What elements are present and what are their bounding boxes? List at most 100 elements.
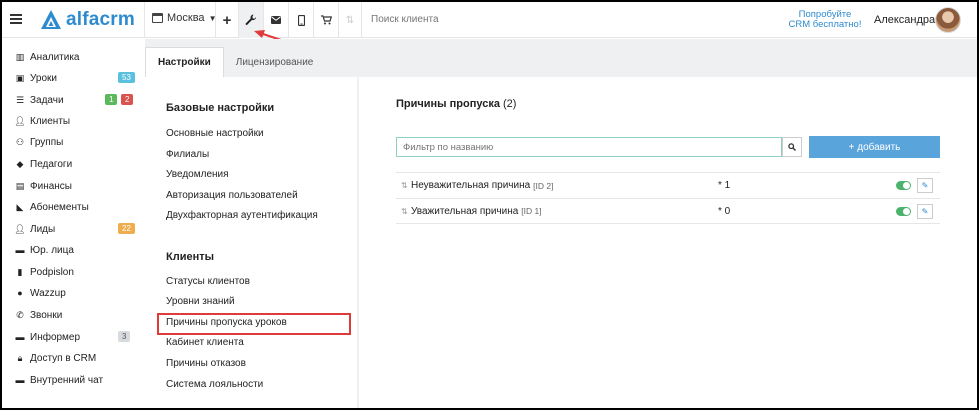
sidebar-item-groups[interactable]: ⚇ Группы <box>14 134 136 150</box>
sidebar-item-label: Абонементы <box>30 201 89 213</box>
sidebar: ▥ Аналитика ▣ Уроки 53 ☰ Задачи 1 2 👤︎ Клиенты … <box>2 39 145 408</box>
filter-input[interactable] <box>396 137 782 157</box>
sidebar-item-calls[interactable]: ✆ Звонки <box>14 307 136 323</box>
menu-link-two-factor[interactable]: Двухфакторная аутентификация <box>166 210 318 221</box>
edit-button[interactable]: ✎ <box>917 178 933 193</box>
reason-coefficient: * 1 <box>718 180 731 191</box>
avatar[interactable] <box>935 7 961 33</box>
informer-badge: 3 <box>118 331 131 342</box>
try-free-link[interactable]: Попробуйте CRM бесплатно! <box>786 10 864 30</box>
reason-toggle[interactable] <box>896 207 911 216</box>
phone-icon: ✆ <box>16 309 24 320</box>
sidebar-item-label: Wazzup <box>30 287 66 299</box>
page-title: Причины пропуска (2) <box>396 98 516 110</box>
sidebar-item-clients[interactable]: 👤︎ Клиенты <box>14 113 136 129</box>
alfacrm-logo-icon <box>41 10 61 29</box>
analytics-icon: ▥ <box>15 51 25 62</box>
menu-link-notifications[interactable]: Уведомления <box>166 169 229 180</box>
sidebar-item-crm-access[interactable]: 🔒︎ Доступ в CRM <box>14 350 136 366</box>
up-down-icon[interactable]: ⇅ <box>339 2 361 38</box>
sidebar-item-label: Юр. лица <box>30 244 74 256</box>
branch-name: Москва <box>167 12 205 24</box>
sidebar-item-label: Podpislon <box>30 266 74 278</box>
page-title-count: (2) <box>503 98 517 110</box>
chat-icon: ▬ <box>15 375 25 385</box>
reason-id: [ID 1] <box>521 206 542 216</box>
tabs: Настройки Лицензирование <box>145 47 325 77</box>
sidebar-item-internal-chat[interactable]: ▬ Внутренний чат <box>14 372 136 388</box>
sidebar-item-leads[interactable]: 👤︎ Лиды 22 <box>14 221 136 237</box>
promo-line-2: CRM бесплатно! <box>788 19 862 30</box>
top-bar: alfacrm Москва ▼ + ⇅ Попробуй <box>2 2 977 38</box>
sidebar-item-teachers[interactable]: ◆ Педагоги <box>14 156 136 172</box>
list-item: ⇅ Неуважительная причина [ID 2] * 1 ✎ <box>396 172 940 198</box>
lessons-badge: 53 <box>118 72 135 83</box>
sidebar-item-label: Внутренний чат <box>30 374 104 386</box>
edit-button[interactable]: ✎ <box>917 204 933 219</box>
pencil-icon: ✎ <box>921 207 929 216</box>
user-plus-icon: 👤︎ <box>14 223 26 234</box>
drag-handle-icon[interactable]: ⇅ <box>401 207 411 216</box>
leads-badge: 22 <box>118 223 135 234</box>
clients-section-title: Клиенты <box>166 251 215 263</box>
sidebar-item-tasks[interactable]: ☰ Задачи 1 2 <box>14 92 136 108</box>
cart-icon[interactable] <box>314 2 338 38</box>
menu-link-branches[interactable]: Филиалы <box>166 149 209 160</box>
reason-coefficient: * 0 <box>718 205 731 217</box>
sidebar-item-subscriptions[interactable]: ◣ Абонементы <box>14 199 136 215</box>
tab-settings[interactable]: Настройки <box>145 47 224 77</box>
sidebar-item-informer[interactable]: ▬ Информер 3 <box>14 329 136 345</box>
calendar-icon: ▣ <box>15 72 25 83</box>
divider <box>361 2 362 38</box>
menu-link-user-auth[interactable]: Авторизация пользователей <box>166 190 298 201</box>
pencil-icon: ✎ <box>921 181 929 190</box>
sidebar-item-finance[interactable]: ▤ Финансы <box>14 178 136 194</box>
drag-handle-icon[interactable]: ⇅ <box>401 181 411 190</box>
menu-link-refusal-reasons[interactable]: Причины отказов <box>166 358 246 369</box>
document-icon: ▮ <box>17 266 23 277</box>
sidebar-item-lessons[interactable]: ▣ Уроки 53 <box>14 70 136 86</box>
reason-name: Неуважительная причина <box>411 180 531 191</box>
logo[interactable]: alfacrm <box>40 9 135 31</box>
sidebar-item-label: Педагоги <box>30 158 73 170</box>
tasks-icon: ☰ <box>15 94 25 105</box>
plus-icon[interactable]: + <box>216 2 238 38</box>
sidebar-item-podpislon[interactable]: ▮ Podpislon <box>14 264 136 280</box>
informer-icon: ▬ <box>15 332 25 342</box>
search-icon <box>788 143 796 151</box>
sidebar-item-legal-entities[interactable]: ▬ Юр. лица <box>14 242 136 258</box>
calendar-icon <box>152 13 163 23</box>
add-button[interactable]: + добавить <box>809 136 940 158</box>
briefcase-icon: ▬ <box>15 245 25 255</box>
sidebar-item-label: Уроки <box>30 72 57 84</box>
search-button[interactable] <box>782 137 802 157</box>
whatsapp-icon: ● <box>17 288 23 298</box>
divider <box>144 2 145 38</box>
user-icon: 👤︎ <box>14 115 26 126</box>
sidebar-item-analytics[interactable]: ▥ Аналитика <box>14 49 136 65</box>
menu-link-loyalty-system[interactable]: Система лояльности <box>166 379 263 390</box>
menu-link-client-cabinet[interactable]: Кабинет клиента <box>166 337 244 348</box>
client-search-input[interactable] <box>371 14 571 25</box>
settings-menu: Базовые настройки Основные настройки Фил… <box>145 77 357 408</box>
reason-id: [ID 2] <box>533 180 554 191</box>
money-icon: ▤ <box>15 180 25 191</box>
list-item: ⇅ Уважительная причина [ID 1] * 0 ✎ <box>396 198 940 224</box>
menu-link-knowledge-levels[interactable]: Уровни знаний <box>166 296 235 307</box>
sidebar-item-wazzup[interactable]: ● Wazzup <box>14 285 136 301</box>
user-name[interactable]: Александра <box>874 14 935 26</box>
menu-icon[interactable] <box>10 14 22 24</box>
branch-select[interactable]: Москва ▼ <box>152 12 216 24</box>
sidebar-item-label: Задачи <box>30 94 64 106</box>
sidebar-item-label: Лиды <box>30 223 56 235</box>
base-settings-title: Базовые настройки <box>166 102 275 114</box>
tasks-badge-green: 1 <box>105 94 118 105</box>
sidebar-item-label: Аналитика <box>30 51 80 63</box>
lock-icon: 🔒︎ <box>17 352 23 363</box>
menu-link-main-settings[interactable]: Основные настройки <box>166 128 264 139</box>
tab-licensing[interactable]: Лицензирование <box>224 47 326 77</box>
sidebar-item-label: Звонки <box>30 309 63 321</box>
reason-toggle[interactable] <box>896 181 911 190</box>
menu-link-client-statuses[interactable]: Статусы клиентов <box>166 276 250 287</box>
logo-text: alfacrm <box>66 9 135 30</box>
